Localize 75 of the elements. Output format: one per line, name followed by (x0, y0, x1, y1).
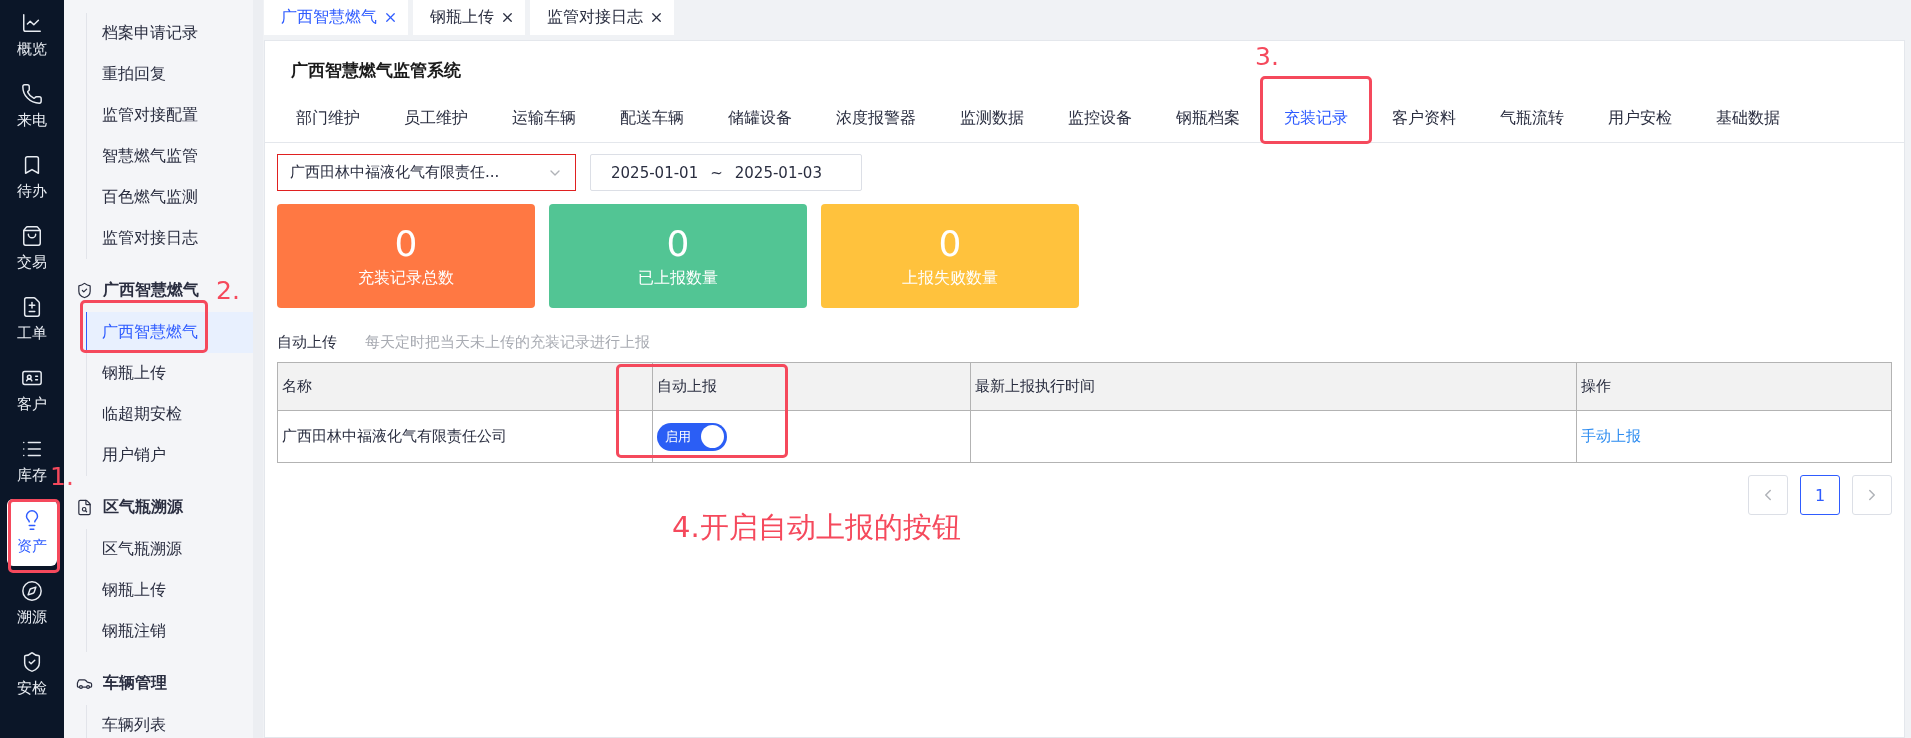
nav-tab[interactable]: 基础数据 (1694, 95, 1802, 142)
nav-tab[interactable]: 运输车辆 (490, 95, 598, 142)
sidebar-item[interactable]: 广西智慧燃气 (86, 312, 253, 353)
annotation-note: 4.开启自动上报的按钮 (672, 509, 961, 546)
nav-tab[interactable]: 配送车辆 (598, 95, 706, 142)
stat-label: 充装记录总数 (358, 267, 454, 289)
sidebar-group-title: 广西智慧燃气 (103, 280, 199, 301)
page-button[interactable]: 1 (1800, 475, 1840, 515)
rail-item[interactable]: 资产 (7, 499, 57, 566)
sidebar-item[interactable]: 钢瓶注销 (86, 611, 253, 652)
rail-item[interactable]: 待办 (7, 142, 57, 213)
document-icon (21, 296, 43, 318)
stat-label: 上报失败数量 (902, 267, 998, 289)
shield-check-icon (21, 651, 43, 673)
stat-value: 0 (394, 223, 418, 264)
date-range-field[interactable]: 2025-01-01 ~ 2025-01-03 (590, 154, 862, 191)
column-header: 自动上报 (652, 362, 971, 411)
rail-item[interactable]: 来电 (7, 71, 57, 142)
close-icon[interactable] (649, 10, 664, 25)
sidebar-item[interactable]: 重拍回复 (86, 54, 253, 95)
nav-tab[interactable]: 浓度报警器 (814, 95, 938, 142)
page-tab[interactable]: 钢瓶上传 (413, 0, 525, 35)
sidebar-item[interactable]: 档案申请记录 (86, 13, 253, 54)
page-tab[interactable]: 广西智慧燃气 (264, 0, 408, 35)
page-tab[interactable]: 监管对接日志 (530, 0, 674, 35)
company-select[interactable]: 广西田林中福液化气有限责任... (277, 154, 576, 191)
nav-tab[interactable]: 客户资料 (1370, 95, 1478, 142)
sidebar-group-title: 区气瓶溯源 (103, 497, 183, 518)
nav-tab[interactable]: 监测数据 (938, 95, 1046, 142)
page-title: 广西智慧燃气监管系统 (291, 59, 461, 82)
nav-tab[interactable]: 用户安检 (1586, 95, 1694, 142)
rail-item[interactable]: 工单 (7, 284, 57, 355)
shopping-bag-icon (21, 225, 43, 247)
sidebar-item[interactable]: 监管对接配置 (86, 95, 253, 136)
sidebar-item[interactable]: 临超期安检 (86, 394, 253, 435)
sidebar-item[interactable]: 百色燃气监测 (86, 177, 253, 218)
rail-item[interactable]: 安检 (7, 639, 57, 710)
sidebar-group-title: 车辆管理 (103, 673, 167, 694)
column-header: 名称 (277, 362, 653, 411)
stat-value: 0 (666, 223, 690, 264)
nav-tab[interactable]: 储罐设备 (706, 95, 814, 142)
toggle-switch[interactable]: 启用 (656, 422, 727, 451)
nav-tab[interactable]: 员工维护 (382, 95, 490, 142)
nav-tab[interactable]: 气瓶流转 (1478, 95, 1586, 142)
stat-value: 0 (938, 223, 962, 264)
line-chart-icon (21, 12, 43, 34)
section-label: 自动上传 (277, 332, 337, 352)
sidebar-item[interactable]: 钢瓶上传 (86, 353, 253, 394)
section-hint: 每天定时把当天未上传的充装记录进行上报 (365, 332, 650, 352)
sidebar-item[interactable]: 车辆列表 (86, 705, 253, 738)
shield-check-icon (76, 282, 93, 299)
sidebar-item[interactable]: 钢瓶上传 (86, 570, 253, 611)
manual-report-link[interactable]: 手动上报 (1581, 427, 1642, 445)
nav-tab[interactable]: 钢瓶档案 (1154, 95, 1262, 142)
phone-icon (21, 83, 43, 105)
compass-icon (21, 580, 43, 602)
stat-label: 已上报数量 (638, 267, 718, 289)
sidebar-item[interactable]: 智慧燃气监管 (86, 136, 253, 177)
sidebar-item[interactable]: 监管对接日志 (86, 218, 253, 259)
nav-tab[interactable]: 充装记录 (1262, 95, 1370, 142)
nav-tab[interactable]: 监控设备 (1046, 95, 1154, 142)
nav-tab[interactable]: 部门维护 (274, 95, 382, 142)
close-icon[interactable] (500, 10, 515, 25)
column-header: 操作 (1576, 362, 1892, 411)
rail-item[interactable]: 客户 (7, 355, 57, 426)
document-search-icon (76, 499, 93, 516)
column-header: 最新上报执行时间 (970, 362, 1577, 411)
sidebar-item[interactable]: 区气瓶溯源 (86, 529, 253, 570)
sidebar-item[interactable]: 用户销户 (86, 435, 253, 476)
annotation-note: 2. (216, 276, 240, 305)
rail-item[interactable]: 交易 (7, 213, 57, 284)
rail-item[interactable]: 溯源 (7, 568, 57, 639)
annotation-note: 3. (1255, 42, 1279, 71)
rail-item[interactable]: 概览 (7, 0, 57, 71)
table-cell: 广西田林中福液化气有限责任公司 (277, 410, 653, 463)
